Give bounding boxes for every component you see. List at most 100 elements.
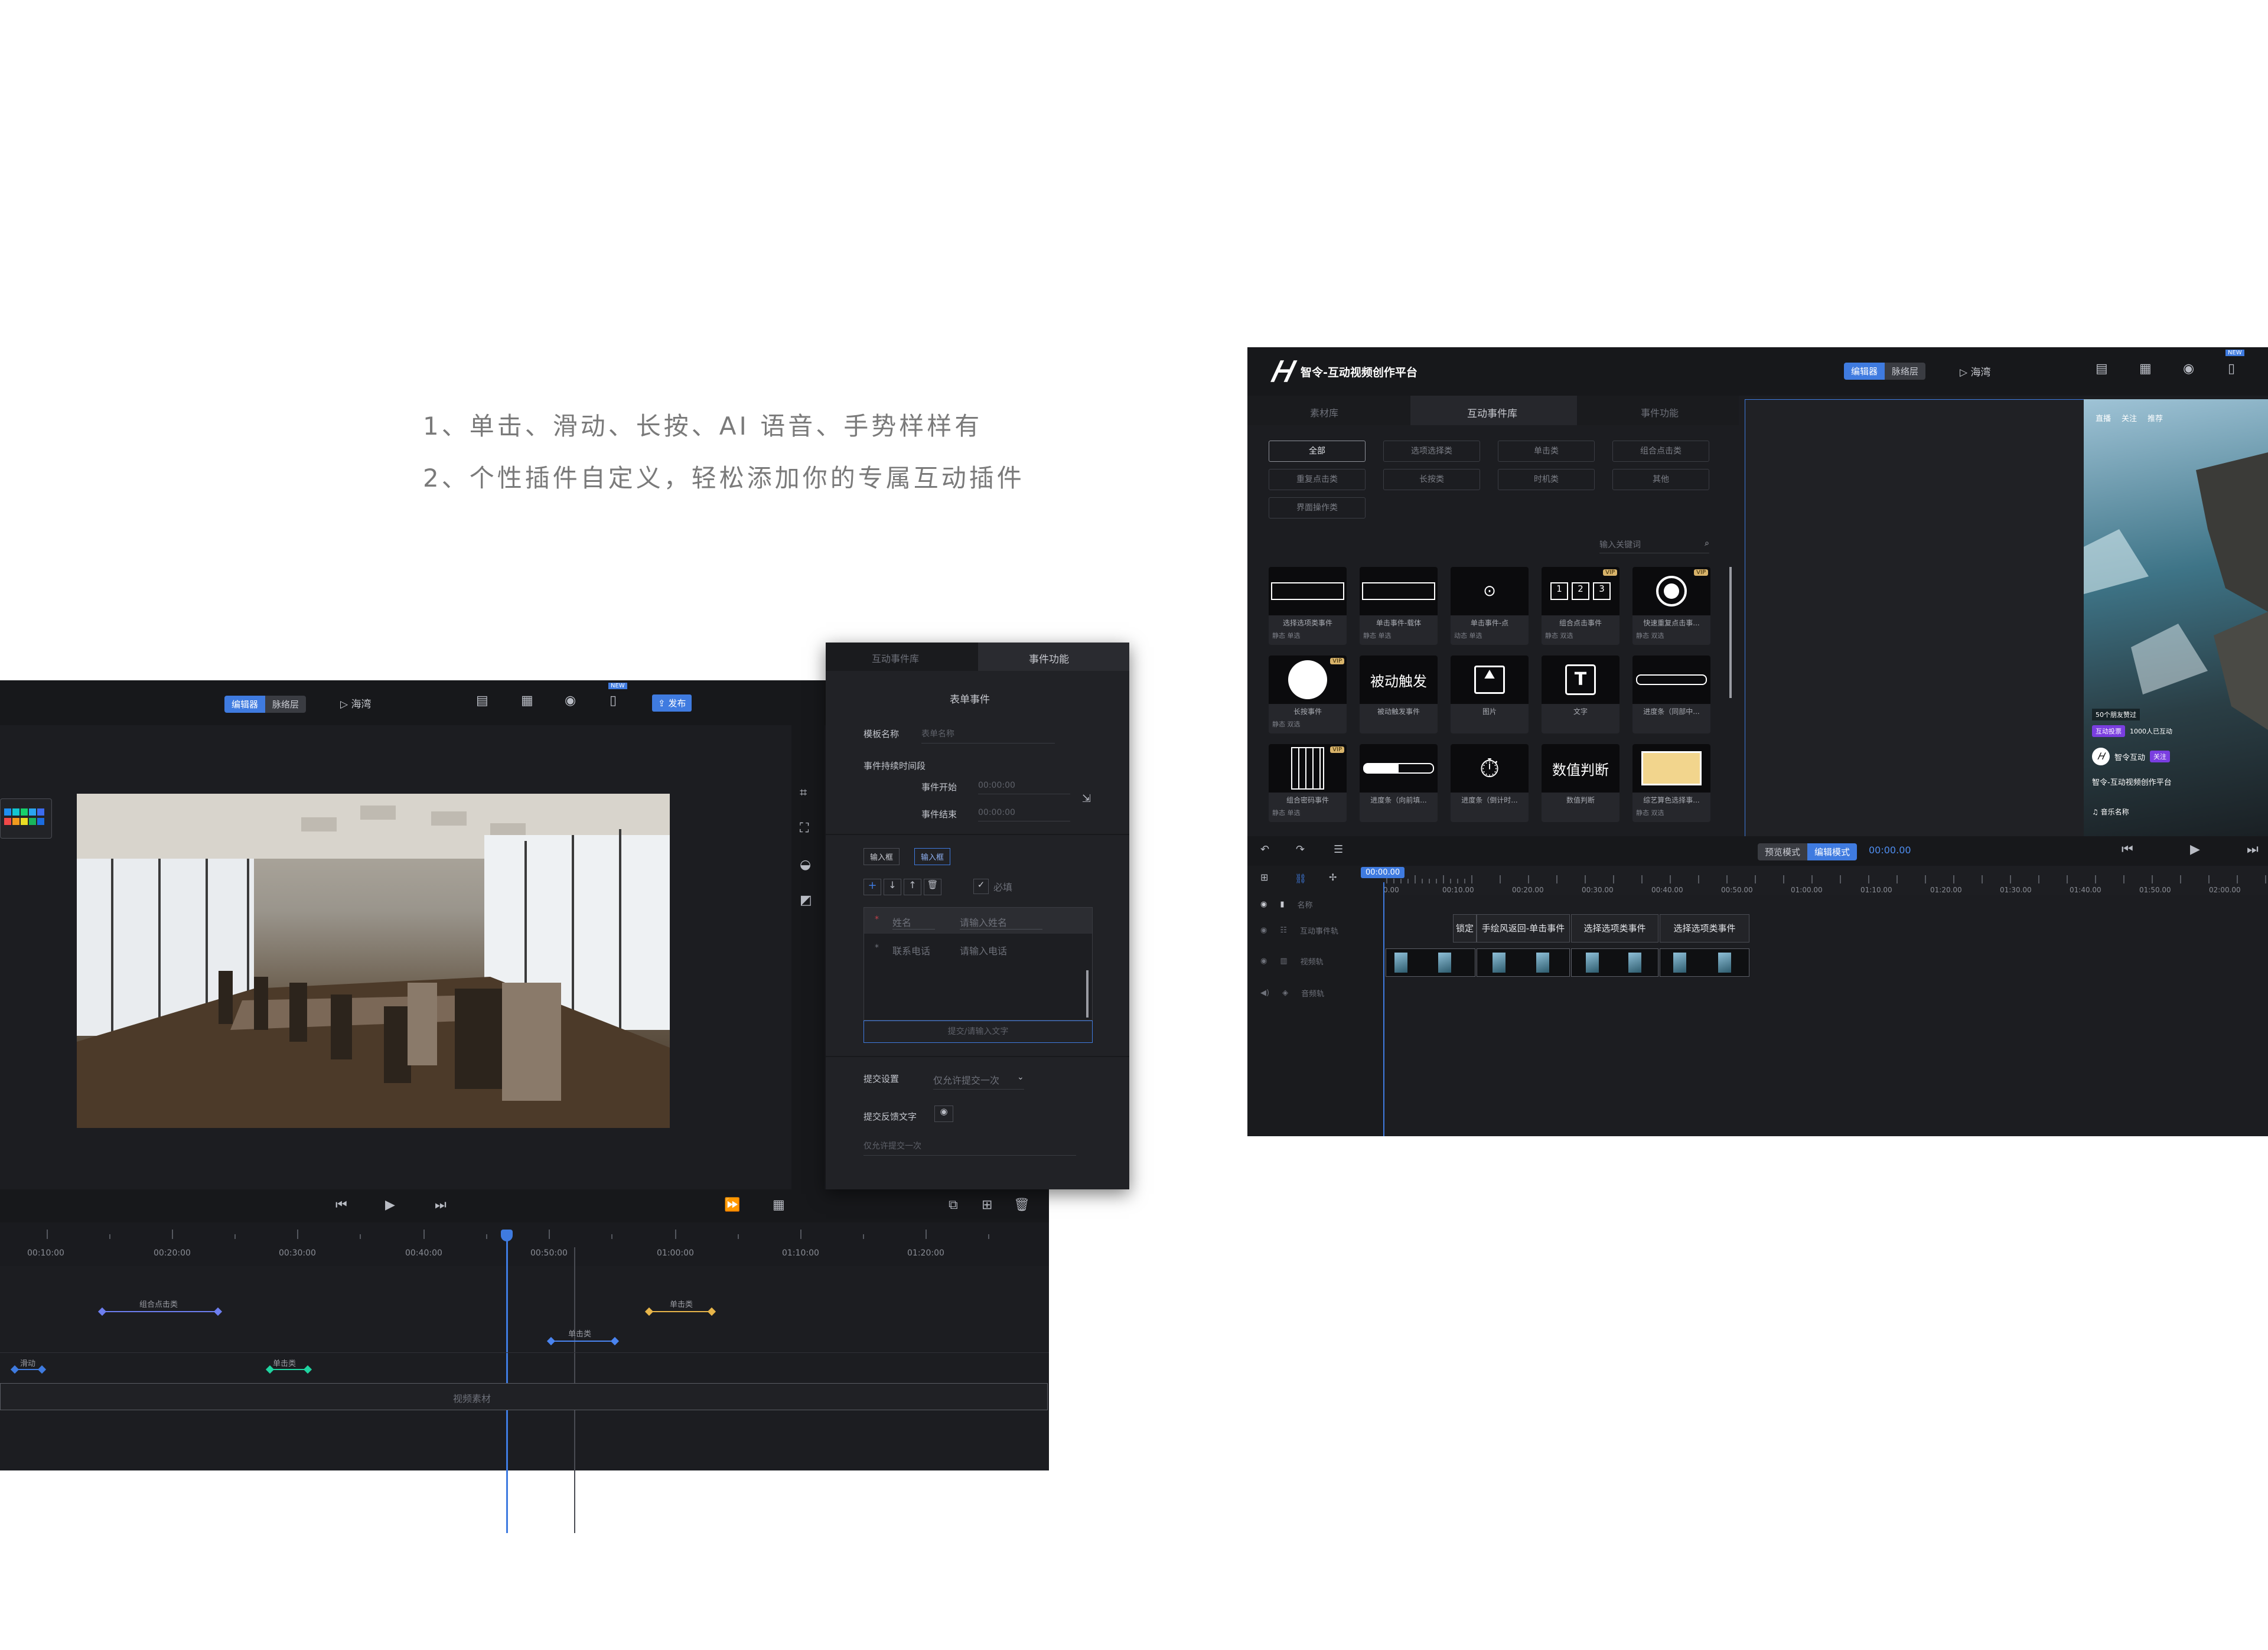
keyframe-range-click-a[interactable] bbox=[550, 1341, 614, 1342]
move-down-icon[interactable]: ↓ bbox=[884, 879, 901, 895]
keyframe-range-click-c[interactable] bbox=[269, 1369, 307, 1370]
left-playhead-handle[interactable] bbox=[501, 1230, 513, 1241]
play-icon[interactable]: ▶ bbox=[2190, 843, 2200, 856]
right-ruler[interactable]: 0.00 00:10.00 00:20.00 00:30.00 00:40.00… bbox=[1383, 866, 2268, 895]
keyframe-dot[interactable] bbox=[610, 1336, 620, 1346]
cursor-pick-icon[interactable]: ⇲ bbox=[1082, 794, 1091, 804]
right-preview-button[interactable]: ▷ 海湾 bbox=[1960, 364, 1990, 379]
event-tile[interactable]: ⛰ 图片 bbox=[1451, 656, 1529, 733]
trash-icon[interactable]: 🗑 bbox=[924, 879, 941, 895]
keyframe-dot[interactable] bbox=[303, 1365, 312, 1374]
end-time-input[interactable]: 00:00:00 bbox=[978, 808, 1070, 821]
eye-icon[interactable]: ◉ bbox=[2183, 363, 2194, 376]
filter-click[interactable]: 单击类 bbox=[1498, 441, 1595, 462]
keyframe-dot[interactable] bbox=[97, 1307, 107, 1316]
visibility-icon[interactable]: ◉ bbox=[1260, 900, 1267, 909]
event-tile[interactable]: 单击事件-载体 静态 单选 bbox=[1360, 567, 1438, 645]
event-tile[interactable]: 选择选项类事件 静态 单选 bbox=[1269, 567, 1347, 645]
required-toggle[interactable]: ✓ 必填 bbox=[973, 879, 1012, 894]
skip-forward-icon[interactable]: ⏭ bbox=[2247, 843, 2259, 856]
feedback-input[interactable]: 仅允许提交一次 bbox=[863, 1140, 1076, 1156]
event-tile[interactable]: 综艺算色选择事... 静态 双选 bbox=[1632, 744, 1710, 822]
audio-icon[interactable]: ◈ bbox=[1282, 989, 1288, 997]
video-clip[interactable] bbox=[1386, 948, 1475, 977]
event-tile[interactable]: VIP 组合密码事件 静态 单选 bbox=[1269, 744, 1347, 822]
color-palette-widget[interactable] bbox=[0, 798, 52, 839]
left-mode-switch[interactable]: 编辑器 脉络层 bbox=[224, 696, 307, 713]
event-clip[interactable]: 选择选项类事件 bbox=[1660, 914, 1749, 943]
event-tile[interactable]: ⏱ 进度条（倒计时... bbox=[1451, 744, 1529, 822]
settings-icon[interactable]: ☷ bbox=[1280, 926, 1287, 935]
keyframe-dot[interactable] bbox=[10, 1365, 19, 1374]
link-icon[interactable]: ⛓ bbox=[1295, 873, 1306, 884]
video-clip[interactable] bbox=[1477, 948, 1570, 977]
left-preview-button[interactable]: ▷ 海湾 bbox=[340, 696, 371, 710]
skip-forward-icon[interactable]: ⏭ bbox=[435, 1199, 447, 1212]
playhead-time-badge[interactable]: 00:00.00 bbox=[1361, 867, 1405, 878]
mode-context-tab[interactable]: 脉络层 bbox=[1885, 363, 1926, 380]
event-tile[interactable]: ⊙ 单击事件-点 动态 单选 bbox=[1451, 567, 1529, 645]
event-clip[interactable]: 选择选项类事件 bbox=[1571, 914, 1658, 943]
crop-icon[interactable]: ⌗ bbox=[800, 787, 807, 800]
filter-repeat-click[interactable]: 重复点击类 bbox=[1269, 469, 1366, 490]
visibility-icon[interactable]: ◉ bbox=[1260, 926, 1267, 935]
event-tile[interactable]: VIP 快速重复点击事... 静态 双选 bbox=[1632, 567, 1710, 645]
skip-back-icon[interactable]: ⏮ bbox=[2122, 843, 2133, 856]
palette-icon[interactable]: ◒ bbox=[800, 859, 811, 872]
calculator-icon[interactable]: ▦ bbox=[2139, 363, 2152, 376]
redo-icon[interactable]: ↷ bbox=[1296, 844, 1305, 855]
play-icon[interactable]: ▶ bbox=[385, 1199, 395, 1212]
preview-mode-tab[interactable]: 预览模式 bbox=[1758, 843, 1808, 860]
visibility-icon[interactable]: ◉ bbox=[1260, 957, 1267, 966]
checkbox-icon[interactable]: ✓ bbox=[973, 879, 989, 894]
video-preview[interactable] bbox=[77, 794, 670, 1128]
filter-all[interactable]: 全部 bbox=[1269, 441, 1366, 462]
avatar[interactable]: 𝐻 bbox=[2092, 748, 2110, 765]
video-clip[interactable] bbox=[1660, 948, 1749, 977]
tab-event-library[interactable]: 互动事件库 bbox=[872, 651, 919, 665]
publish-button[interactable]: ⇪ 发布 bbox=[652, 694, 692, 712]
form-field-row[interactable]: * 姓名 请输入姓名 bbox=[864, 908, 1092, 934]
fast-forward-icon[interactable]: ⏩ bbox=[724, 1199, 740, 1212]
search-input[interactable]: 输入关键词 bbox=[1599, 540, 1641, 550]
view-mode-switch[interactable]: 预览模式 编辑模式 bbox=[1758, 843, 1858, 860]
skip-back-icon[interactable]: ⏮ bbox=[335, 1199, 347, 1212]
lock-clip[interactable]: 锁定 bbox=[1453, 914, 1477, 943]
event-tile[interactable]: VIP 长按事件 静态 双选 bbox=[1269, 656, 1347, 733]
filter-combo-click[interactable]: 组合点击类 bbox=[1612, 441, 1709, 462]
add-layer-icon[interactable]: ⊞ bbox=[982, 1199, 992, 1212]
filter-other[interactable]: 其他 bbox=[1612, 469, 1709, 490]
eye-icon[interactable]: ◉ bbox=[565, 694, 576, 707]
phone-tab[interactable]: 直播 bbox=[2096, 412, 2111, 423]
keyframe-dot[interactable] bbox=[37, 1365, 47, 1374]
filter-long-press[interactable]: 长按类 bbox=[1383, 469, 1480, 490]
mode-editor-tab[interactable]: 编辑器 bbox=[224, 696, 266, 713]
filter-option[interactable]: 选项选择类 bbox=[1383, 441, 1480, 462]
keyframe-dot[interactable] bbox=[213, 1307, 223, 1316]
split-icon[interactable]: ✢ bbox=[1329, 873, 1337, 882]
add-track-icon[interactable]: ⊞ bbox=[1260, 873, 1268, 882]
tab-event-library[interactable]: 互动事件库 bbox=[1410, 396, 1577, 425]
event-tile[interactable]: 进度条（同部中... bbox=[1632, 656, 1710, 733]
bookmark-icon[interactable]: ▮ bbox=[1280, 900, 1284, 909]
form-field-row[interactable]: * 联系电话 请输入电话 bbox=[864, 936, 1092, 962]
video-track[interactable]: 视频素材 bbox=[0, 1383, 1048, 1410]
phone-tab[interactable]: 关注 bbox=[2122, 412, 2137, 423]
right-playhead[interactable] bbox=[1383, 882, 1384, 1136]
field-type-input-b[interactable]: 输入框 bbox=[914, 848, 951, 865]
search-icon[interactable]: ⌕ bbox=[1705, 539, 1709, 548]
filter-ui-operation[interactable]: 界面操作类 bbox=[1269, 497, 1366, 519]
follow-button[interactable]: 关注 bbox=[2150, 751, 2171, 762]
transform-icon[interactable]: ⛶ bbox=[800, 822, 809, 835]
adjust-icon[interactable]: ◩ bbox=[800, 894, 812, 907]
keyframe-dot[interactable] bbox=[707, 1307, 716, 1316]
event-tile[interactable]: T 文字 bbox=[1542, 656, 1619, 733]
tab-event-function[interactable]: 事件功能 bbox=[1641, 405, 1679, 419]
tab-event-function[interactable]: 事件功能 bbox=[978, 643, 1129, 671]
right-mode-switch[interactable]: 编辑器 脉络层 bbox=[1844, 363, 1926, 380]
edit-canvas[interactable] bbox=[1745, 399, 2085, 837]
video-clip[interactable] bbox=[1571, 948, 1658, 977]
phone-tab[interactable]: 推荐 bbox=[2148, 412, 2163, 423]
save-icon[interactable]: ▤ bbox=[476, 694, 488, 707]
library-scrollbar[interactable] bbox=[1729, 567, 1732, 698]
